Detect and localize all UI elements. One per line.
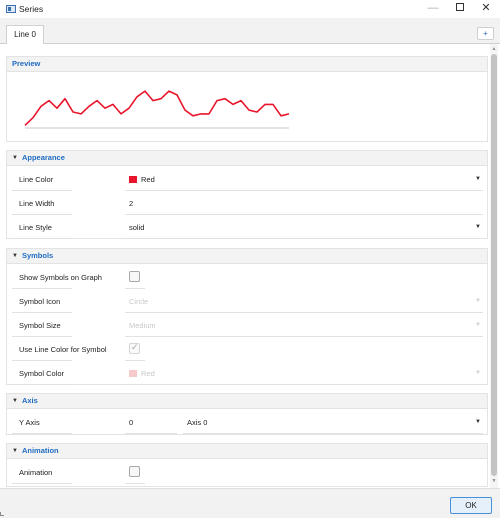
show-symbols-checkbox[interactable] [129, 271, 140, 282]
symbols-header[interactable]: ▼ Symbols [7, 249, 487, 264]
axis-section: ▼ Axis Y Axis 0 Axis 0 ▼ [6, 393, 488, 435]
symbol-icon-label: Symbol Icon [19, 297, 61, 306]
show-symbols-row: Show Symbols on Graph [7, 265, 487, 289]
line-width-input[interactable]: 2 [129, 199, 133, 208]
axis-header[interactable]: ▼ Axis [7, 394, 487, 409]
line-width-row: Line Width 2 [7, 191, 487, 215]
dropdown-arrow-icon[interactable]: ▼ [475, 224, 481, 230]
series-tab-bar: Line 0 + [0, 18, 500, 44]
appearance-header[interactable]: ▼ Appearance [7, 151, 487, 166]
appearance-section: ▼ Appearance Line Color Red ▼ Line Width … [6, 150, 488, 239]
collapse-icon: ▼ [12, 448, 18, 454]
y-axis-label: Y Axis [19, 418, 40, 427]
show-symbols-label: Show Symbols on Graph [19, 273, 102, 282]
color-swatch [129, 370, 137, 377]
scroll-down-icon[interactable]: ▼ [490, 478, 498, 484]
maximize-button[interactable] [448, 0, 472, 18]
window-titlebar: Series — ✕ [0, 0, 500, 18]
collapse-icon: ▼ [12, 155, 18, 161]
resize-grip-icon[interactable] [0, 512, 4, 516]
collapse-icon: ▼ [12, 253, 18, 259]
line-style-select[interactable]: solid [129, 223, 144, 232]
animation-checkbox[interactable] [129, 466, 140, 477]
preview-header: Preview [7, 57, 487, 72]
axis-title: Axis [21, 396, 38, 405]
window-app-icon [6, 5, 16, 13]
window-title: Series [19, 4, 44, 14]
color-swatch [129, 176, 137, 183]
appearance-title: Appearance [21, 153, 65, 162]
line-width-label: Line Width [19, 199, 55, 208]
close-button[interactable]: ✕ [474, 0, 498, 18]
scroll-up-icon[interactable]: ▲ [490, 46, 498, 52]
animation-row: Animation [7, 460, 487, 484]
add-series-button[interactable]: + [477, 27, 494, 40]
symbol-size-label: Symbol Size [19, 321, 61, 330]
dialog-footer: OK [0, 488, 500, 518]
y-axis-index-input[interactable]: 0 [129, 418, 133, 427]
line-color-value: Red [141, 175, 155, 184]
dropdown-arrow-icon[interactable]: ▼ [475, 322, 481, 328]
vertical-scrollbar[interactable]: ▲ ▼ [490, 44, 498, 488]
preview-section: Preview [6, 56, 488, 142]
symbols-section: ▼ Symbols Show Symbols on Graph Symbol Ic… [6, 248, 488, 385]
use-line-color-checkbox[interactable]: ✓ [129, 342, 140, 354]
symbol-size-select[interactable]: Medium [129, 321, 156, 330]
y-axis-row: Y Axis 0 Axis 0 ▼ [7, 410, 487, 434]
dropdown-arrow-icon[interactable]: ▼ [475, 370, 481, 376]
symbol-color-value: Red [141, 369, 155, 378]
minimize-button[interactable]: — [421, 0, 445, 18]
line-style-label: Line Style [19, 223, 52, 232]
line-color-select[interactable]: Red [129, 175, 155, 184]
tab-line-0[interactable]: Line 0 [6, 25, 44, 44]
collapse-icon: ▼ [12, 398, 18, 404]
ok-button[interactable]: OK [450, 497, 492, 514]
dropdown-arrow-icon[interactable]: ▼ [475, 298, 481, 304]
line-color-label: Line Color [19, 175, 54, 184]
symbol-color-label: Symbol Color [19, 369, 65, 378]
animation-section: ▼ Animation Animation [6, 443, 488, 487]
y-axis-select[interactable]: Axis 0 [187, 418, 207, 427]
preview-series-line [24, 90, 290, 126]
use-line-color-row: Use Line Color for Symbol ✓ [7, 337, 487, 361]
line-style-row: Line Style solid ▼ [7, 215, 487, 239]
symbol-size-row: Symbol Size Medium ▼ [7, 313, 487, 337]
animation-label: Animation [19, 468, 53, 477]
line-color-row: Line Color Red ▼ [7, 167, 487, 191]
scroll-thumb[interactable] [491, 54, 497, 476]
symbol-color-select[interactable]: Red [129, 369, 155, 378]
dropdown-arrow-icon[interactable]: ▼ [475, 176, 481, 182]
symbol-icon-select[interactable]: Circle [129, 297, 148, 306]
checkmark-icon: ✓ [131, 342, 139, 352]
symbol-color-row: Symbol Color Red ▼ [7, 361, 487, 385]
dropdown-arrow-icon[interactable]: ▼ [475, 419, 481, 425]
settings-content: Preview ▼ Appearance Line Color Red ▼ Lin… [6, 50, 488, 487]
use-line-color-label: Use Line Color for Symbol [19, 345, 107, 354]
preview-chart [24, 90, 290, 129]
maximize-icon [456, 3, 464, 12]
animation-title: Animation [21, 446, 59, 455]
symbol-icon-row: Symbol Icon Circle ▼ [7, 289, 487, 313]
symbols-title: Symbols [21, 251, 54, 260]
animation-header[interactable]: ▼ Animation [7, 444, 487, 459]
